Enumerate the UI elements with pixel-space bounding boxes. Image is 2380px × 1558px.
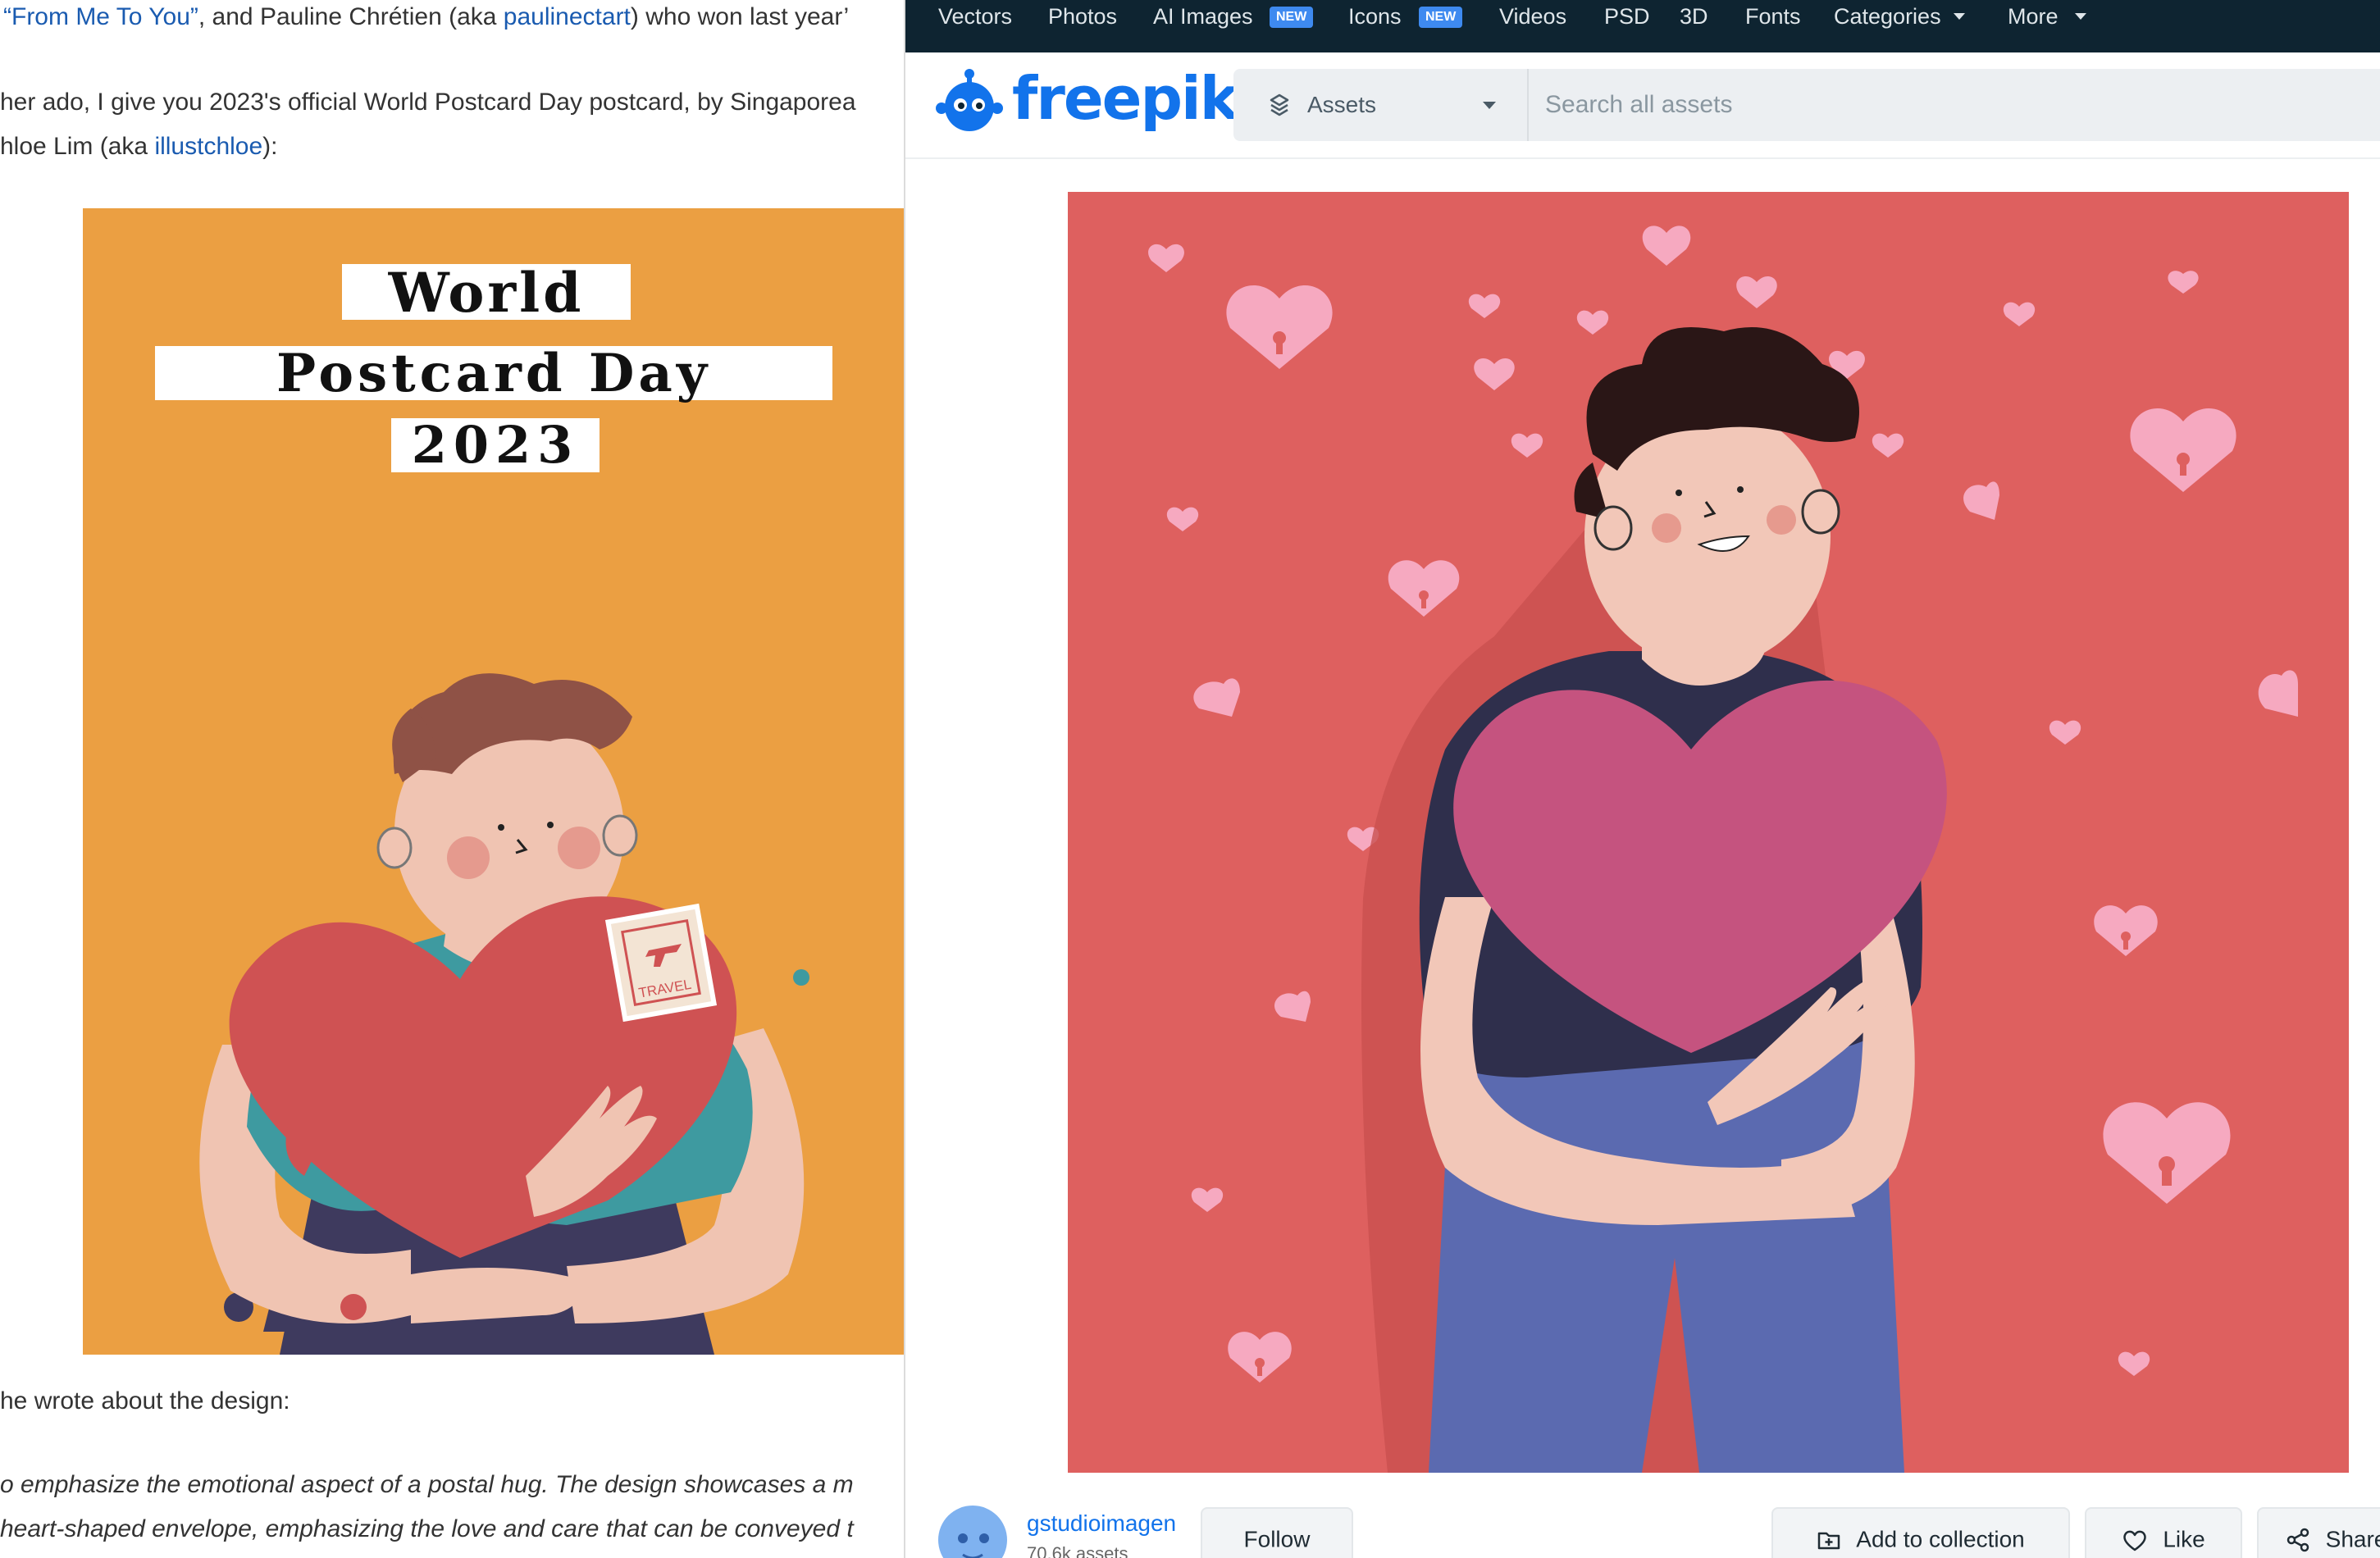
share-button[interactable]: Share	[2257, 1507, 2380, 1558]
asset-footer: gstudioimagen 70.6k assets Follow Add to…	[905, 1492, 2380, 1558]
freepik-logo-text[interactable]: freepik	[1012, 69, 1239, 128]
nav-photos[interactable]: Photos	[1048, 0, 1117, 34]
folder-plus-icon	[1818, 1532, 1840, 1549]
site-header: freepik Assets	[905, 52, 2380, 159]
add-to-collection-button[interactable]: Add to collection	[1771, 1507, 2070, 1558]
nav-icons[interactable]: Icons	[1348, 0, 1402, 34]
nav-ai-images[interactable]: AI Images	[1153, 0, 1253, 34]
freepik-window: Vectors Photos AI Images NEW Icons NEW V…	[904, 0, 2380, 1558]
blog-line-2: her ado, I give you 2023's official Worl…	[0, 89, 856, 116]
nav-more[interactable]: More	[2008, 0, 2059, 34]
top-nav: Vectors Photos AI Images NEW Icons NEW V…	[905, 0, 2380, 52]
author-asset-count: 70.6k assets	[1027, 1543, 1128, 1558]
chevron-down-icon	[1483, 102, 1496, 109]
blog-line-1-text: , and Pauline Chrétien (aka	[198, 3, 504, 30]
blog-page: “From Me To You”, and Pauline Chrétien (…	[0, 0, 904, 1558]
nav-categories[interactable]: Categories	[1834, 0, 1941, 34]
nav-fonts[interactable]: Fonts	[1745, 0, 1801, 34]
link-paulinectart[interactable]: paulinectart	[504, 3, 631, 30]
postcard-title-line2: Postcard Day	[155, 346, 832, 400]
share-icon	[2287, 1528, 2309, 1551]
nav-icons-badge: NEW	[1419, 7, 1463, 28]
postcard-title-line3: 2023	[391, 418, 600, 472]
like-button[interactable]: Like	[2085, 1507, 2242, 1558]
blog-line-1-end: ) who won last year’	[630, 3, 850, 30]
follow-button[interactable]: Follow	[1201, 1507, 1353, 1558]
heart-icon	[2123, 1530, 2147, 1551]
postcard-image: TRAVEL World Postcard Day 2023	[83, 208, 904, 1355]
nav-videos[interactable]: Videos	[1499, 0, 1566, 34]
postcard-title-line1: World	[342, 264, 631, 320]
assets-icon	[1270, 93, 1289, 116]
blog-line-3-text: hloe Lim (aka	[0, 133, 155, 160]
blog-line-3: hloe Lim (aka illustchloe):	[0, 133, 278, 161]
nav-ai-images-badge: NEW	[1270, 7, 1314, 28]
blog-line-1: “From Me To You”, and Pauline Chrétien (…	[3, 3, 849, 31]
search-input[interactable]	[1537, 69, 2380, 141]
assets-dropdown[interactable]: Assets	[1233, 69, 1529, 141]
blog-line-4: he wrote about the design:	[0, 1387, 290, 1414]
like-label: Like	[2163, 1526, 2205, 1552]
add-to-collection-label: Add to collection	[1856, 1526, 2025, 1552]
assets-dropdown-label: Assets	[1307, 92, 1377, 117]
search-bar: Assets	[1233, 69, 2380, 141]
chevron-down-icon	[1954, 13, 1965, 20]
freepik-logo-icon[interactable]	[935, 67, 1004, 136]
nav-3d[interactable]: 3D	[1680, 0, 1708, 34]
follow-button-label: Follow	[1243, 1526, 1311, 1552]
link-from-me-to-you[interactable]: “From Me To You”	[3, 3, 198, 30]
blog-quote-2: heart-shaped envelope, emphasizing the l…	[0, 1515, 854, 1542]
share-label: Share	[2325, 1526, 2380, 1552]
author-name[interactable]: gstudioimagen	[1027, 1510, 1176, 1537]
author-avatar[interactable]	[938, 1506, 1007, 1558]
chevron-down-icon	[2075, 13, 2086, 20]
blog-quote-1: o emphasize the emotional aspect of a po…	[0, 1471, 854, 1498]
artwork-illustration	[1148, 226, 2298, 1473]
nav-vectors[interactable]: Vectors	[938, 0, 1012, 34]
main-artwork-image[interactable]	[1068, 192, 2349, 1473]
nav-psd[interactable]: PSD	[1604, 0, 1650, 34]
link-illustchloe[interactable]: illustchloe	[154, 133, 262, 160]
blog-line-3-end: ):	[262, 133, 278, 160]
avatar-face-icon	[958, 1533, 989, 1558]
